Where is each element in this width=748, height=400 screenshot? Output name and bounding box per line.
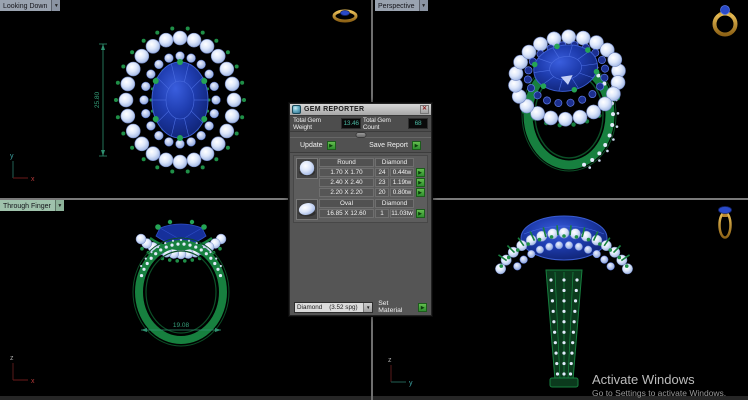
gem-weight: 0.80tw <box>390 188 414 197</box>
chevron-down-icon[interactable]: ▼ <box>51 0 60 11</box>
svg-text:z: z <box>10 355 14 362</box>
gem-count: 23 <box>375 178 389 187</box>
gem-group-oval: Oval Diamond 16.85 X 12.60 1 11.03tw ▶ <box>296 199 425 220</box>
gem-row-select-button[interactable]: ▶ <box>416 168 425 177</box>
ring-thin-preview-icon <box>714 203 736 239</box>
gem-reporter-dialog: GEM REPORTER ✕ Total Gem Weight 13.46 To… <box>289 103 432 316</box>
ring-side-preview-icon <box>331 5 359 24</box>
oval-gem-icon <box>296 199 318 220</box>
total-gem-count-value: 68 <box>408 118 428 129</box>
gem-size[interactable]: 16.85 X 12.60 <box>319 209 374 218</box>
gem-size[interactable]: 2.20 X 2.20 <box>319 188 374 197</box>
round-gem-icon <box>296 158 318 179</box>
shape-header: Round <box>319 158 374 167</box>
gem-weight: 0.44tw <box>390 168 414 177</box>
gem-weight: 1.19tw <box>390 178 414 187</box>
ring-perspective-render <box>502 23 632 171</box>
svg-text:x: x <box>31 378 35 385</box>
gem-row-select-button[interactable]: ▶ <box>416 209 425 218</box>
viewport-tab-perspective[interactable]: Perspective ▼ <box>375 0 428 11</box>
update-button[interactable]: Update ▶ <box>300 141 336 150</box>
ring-top-view-render <box>114 27 246 174</box>
total-gem-count-label: Total Gem Count <box>363 117 406 131</box>
viewport-tab-through-finger[interactable]: Through Finger ▼ <box>0 200 64 211</box>
svg-text:19.08: 19.08 <box>173 322 190 329</box>
activate-windows-watermark: Activate Windows Go to Settings to activ… <box>592 372 726 398</box>
dropdown-arrow-icon[interactable]: ▼ <box>363 303 372 312</box>
gem-table: Round Diamond 1.70 X 1.70 24 0.44tw ▶ 2.… <box>293 155 428 223</box>
svg-text:25.80: 25.80 <box>94 91 101 108</box>
gem-group-round: Round Diamond 1.70 X 1.70 24 0.44tw ▶ 2.… <box>296 158 425 197</box>
gem-count: 24 <box>375 168 389 177</box>
material-selected-value: Diamond (3.52 spg) <box>295 304 363 311</box>
material-dropdown[interactable]: Diamond (3.52 spg) ▼ <box>294 302 373 313</box>
dialog-titlebar[interactable]: GEM REPORTER ✕ <box>290 104 431 116</box>
set-material-button[interactable]: ▶ <box>418 303 427 312</box>
gem-size[interactable]: 2.40 X 2.40 <box>319 178 374 187</box>
app-window: 25.80 y x Looking Down ▼ <box>0 0 748 400</box>
viewport-tab-looking-down[interactable]: Looking Down ▼ <box>0 0 60 11</box>
gem-row-select-button[interactable]: ▶ <box>416 188 425 197</box>
total-gem-weight-label: Total Gem Weight <box>293 117 339 131</box>
gem-count: 20 <box>375 188 389 197</box>
collapse-handle[interactable] <box>355 132 366 138</box>
svg-text:y: y <box>10 153 14 160</box>
material-header: Diamond <box>375 199 414 208</box>
dialog-groove <box>290 131 431 138</box>
dialog-actions: Update ▶ Save Report ▶ <box>290 138 431 153</box>
shape-header: Oval <box>319 199 374 208</box>
save-report-button[interactable]: Save Report ▶ <box>369 141 421 150</box>
dimension-annotation: 25.80 <box>94 44 107 156</box>
gem-count: 1 <box>375 209 389 218</box>
gem-totals-row: Total Gem Weight 13.46 Total Gem Count 6… <box>290 116 431 131</box>
material-bar: Diamond (3.52 spg) ▼ Set Material ▶ <box>290 299 431 315</box>
gem-row-select-button[interactable]: ▶ <box>416 178 425 187</box>
update-go-icon[interactable]: ▶ <box>327 141 336 150</box>
set-material-label: Set Material <box>378 300 413 314</box>
viewport-tab-label: Looking Down <box>0 0 51 11</box>
gem-app-icon <box>292 105 301 114</box>
gem-weight: 11.03tw <box>390 209 414 218</box>
watermark-title: Activate Windows <box>592 372 726 387</box>
chevron-down-icon[interactable]: ▼ <box>55 200 64 211</box>
watermark-subtitle: Go to Settings to activate Windows. <box>592 388 726 398</box>
material-header: Diamond <box>375 158 414 167</box>
svg-text:y: y <box>409 380 413 387</box>
axis-indicator: y x <box>10 153 35 183</box>
gem-size[interactable]: 1.70 X 1.70 <box>319 168 374 177</box>
svg-text:z: z <box>388 357 392 364</box>
chevron-down-icon[interactable]: ▼ <box>419 0 428 11</box>
ring-perspective-preview-icon <box>710 2 740 38</box>
svg-text:x: x <box>31 176 35 183</box>
total-gem-weight-value: 13.46 <box>341 118 361 129</box>
close-icon[interactable]: ✕ <box>420 105 429 114</box>
save-report-go-icon[interactable]: ▶ <box>412 141 421 150</box>
viewport-tab-label: Perspective <box>375 0 419 11</box>
axis-indicator: z y <box>388 357 413 387</box>
axis-indicator: z x <box>10 355 35 385</box>
dialog-title: GEM REPORTER <box>304 106 420 113</box>
ring-elevation-render <box>495 216 632 387</box>
viewport-tab-label: Through Finger <box>0 200 55 211</box>
